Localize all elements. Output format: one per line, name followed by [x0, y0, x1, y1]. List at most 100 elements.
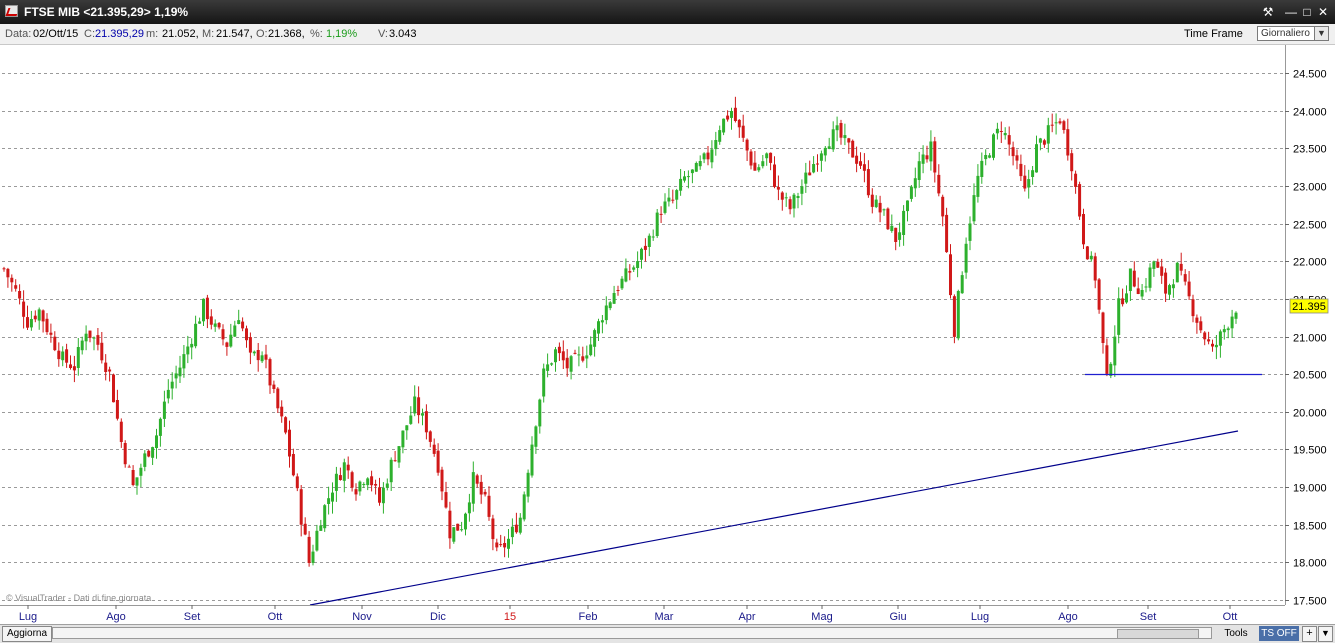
y-tick-label: 19.000 [1293, 483, 1327, 495]
tools-button[interactable]: Tools [1216, 626, 1256, 641]
y-tick-label: 23.000 [1293, 182, 1327, 194]
candle-body [898, 232, 902, 240]
candle-body [33, 315, 37, 320]
candle-body [796, 196, 800, 198]
candle-body [757, 167, 761, 171]
candle-body [245, 328, 248, 341]
ts-off-button[interactable]: TS OFF [1259, 626, 1299, 641]
candle-body [655, 212, 659, 236]
candle-body [49, 332, 53, 335]
x-tick-label: Nov [352, 611, 372, 623]
candle-body [671, 199, 675, 201]
candle-body [909, 186, 913, 199]
candle-body [6, 268, 10, 278]
candle-body [417, 397, 421, 416]
candle-body [1011, 147, 1015, 157]
candle-body [338, 475, 342, 480]
candle-body [178, 367, 182, 377]
price-chart[interactable]: 17.500 18.000 18.500 19.000 19.500 20.000 20.5… [0, 45, 1335, 625]
candle-body [76, 347, 80, 368]
candle-body [1148, 267, 1152, 288]
candle-body [299, 489, 303, 525]
candle-body [475, 475, 479, 484]
candle-body [812, 164, 816, 173]
candle-body [683, 176, 686, 181]
candle-body [1062, 121, 1066, 130]
candle-body [831, 129, 835, 150]
candle-body [213, 323, 217, 327]
candle-body [710, 149, 714, 163]
timeframe-select[interactable]: Giornaliero ▼ [1257, 26, 1329, 41]
chart-canvas[interactable]: 17.500 18.000 18.500 19.000 19.500 20.000 20.5… [0, 45, 1335, 625]
candle-body [1168, 285, 1171, 295]
pin-icon[interactable]: ⚒ [1260, 4, 1276, 20]
max-label: M: [202, 28, 215, 40]
x-tick-label: Dic [430, 611, 446, 623]
candle-body [839, 123, 843, 138]
pct-label: %: [310, 28, 323, 40]
candle-body [471, 472, 475, 504]
candle-body [1003, 133, 1007, 136]
candle-body [988, 155, 992, 158]
candle-body [26, 317, 29, 328]
candle-body [1140, 290, 1144, 297]
candle-body [307, 536, 311, 563]
candle-body [999, 131, 1003, 132]
y-tick-label: 20.500 [1293, 370, 1327, 382]
candle-body [1183, 274, 1187, 282]
candle-body [945, 214, 949, 253]
candle-body [1105, 345, 1109, 374]
candle-body [366, 478, 370, 486]
candle-body [10, 277, 14, 283]
candle-body [960, 275, 964, 294]
candle-body [65, 349, 69, 363]
candle-body [1085, 246, 1089, 260]
candle-body [663, 201, 667, 213]
candle-body [104, 362, 108, 372]
candle-body [874, 199, 878, 208]
candle-body [604, 305, 608, 321]
candle-body [906, 200, 909, 212]
menu-arrow-icon[interactable]: ▼ [1318, 626, 1333, 642]
candle-body [550, 363, 554, 365]
candle-body [761, 161, 765, 167]
scrollbar-thumb[interactable] [1117, 629, 1199, 639]
candle-body [542, 368, 546, 397]
candle-body [284, 417, 288, 433]
volume-label: V: [378, 28, 388, 40]
add-button[interactable]: + [1302, 626, 1317, 642]
candle-body [143, 453, 147, 467]
aggiorna-button[interactable]: Aggiorna [2, 626, 53, 642]
close-value: 21.395,29 [95, 28, 144, 40]
candle-body [1156, 261, 1160, 268]
horizontal-scrollbar[interactable] [52, 627, 1212, 639]
candle-body [722, 118, 726, 133]
candle-body [436, 450, 440, 473]
open-label: O: [256, 28, 268, 40]
x-tick-label: Set [1140, 611, 1157, 623]
candle-body [1187, 281, 1191, 297]
candle-body [589, 344, 593, 356]
x-tick-label: Apr [738, 611, 755, 623]
close-button[interactable]: ✕ [1315, 4, 1331, 20]
candle-body [730, 111, 733, 118]
candle-body [886, 208, 890, 230]
candle-body [870, 194, 874, 207]
candle-body [452, 527, 456, 542]
candle-body [1211, 343, 1214, 347]
candle-body [902, 210, 906, 235]
x-tick-label: Lug [19, 611, 37, 623]
maximize-button[interactable]: □ [1299, 4, 1315, 20]
candle-body [456, 523, 460, 531]
dropdown-arrow-icon[interactable]: ▼ [1314, 27, 1328, 40]
candle-body [859, 161, 862, 166]
y-tick-label: 22.500 [1293, 220, 1327, 232]
candle-body [612, 293, 616, 304]
candle-body [573, 352, 577, 354]
candle-body [88, 330, 92, 338]
candle-body [1195, 317, 1199, 323]
candle-body [917, 161, 921, 180]
candle-body [424, 411, 428, 433]
minimize-button[interactable]: — [1283, 4, 1299, 20]
candle-body [389, 459, 393, 483]
